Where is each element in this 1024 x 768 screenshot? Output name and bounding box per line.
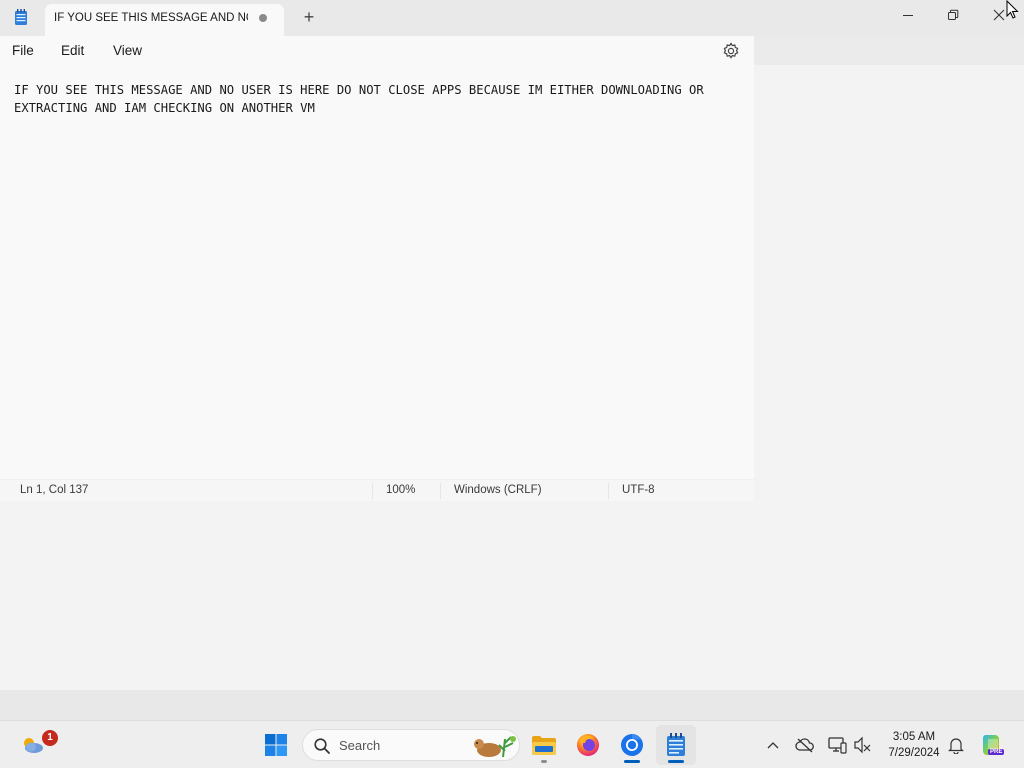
- text-editor[interactable]: IF YOU SEE THIS MESSAGE AND NO USER IS H…: [0, 66, 754, 479]
- running-indicator: [541, 760, 547, 763]
- zoom-level: 100%: [386, 484, 416, 496]
- notifications-button[interactable]: [946, 735, 966, 755]
- chrome-icon: [621, 734, 643, 756]
- widgets-button[interactable]: 1: [13, 725, 58, 765]
- start-button[interactable]: [256, 725, 296, 765]
- notification-badge: 1: [42, 730, 58, 746]
- volume-tray[interactable]: [852, 735, 872, 755]
- folder-icon: [532, 736, 556, 755]
- cursor-position: Ln 1, Col 137: [20, 484, 89, 496]
- status-divider: [372, 483, 373, 499]
- menu-bar: File Edit View: [0, 36, 754, 66]
- tab-title: IF YOU SEE THIS MESSAGE AND NO USER IS H…: [54, 12, 248, 24]
- search-highlight-icon: [474, 736, 516, 758]
- editor-content[interactable]: IF YOU SEE THIS MESSAGE AND NO USER IS H…: [14, 81, 750, 117]
- new-tab-button[interactable]: +: [300, 8, 318, 26]
- document-tab[interactable]: IF YOU SEE THIS MESSAGE AND NO USER IS H…: [45, 4, 284, 36]
- volume-muted-icon: [854, 736, 871, 754]
- status-divider: [608, 483, 609, 499]
- network-tray[interactable]: [827, 735, 847, 755]
- unsaved-dot-icon[interactable]: [259, 14, 267, 22]
- search-label: Search: [339, 738, 381, 753]
- menu-view[interactable]: View: [113, 43, 142, 58]
- status-bar: Ln 1, Col 137 100% Windows (CRLF) UTF-8: [0, 479, 754, 501]
- notepad-icon: [667, 733, 685, 756]
- show-hidden-icons-button[interactable]: [763, 735, 783, 755]
- clock-date: 7/29/2024: [888, 747, 940, 759]
- taskbar-clock[interactable]: 3:05 AM 7/29/2024: [874, 729, 954, 761]
- mouse-cursor-icon: [1006, 0, 1019, 19]
- firefox-icon: [577, 734, 599, 756]
- encoding: UTF-8: [622, 484, 655, 496]
- notepad-app-icon: [15, 9, 27, 25]
- minimize-button[interactable]: [885, 0, 931, 30]
- clock-time: 3:05 AM: [892, 731, 936, 743]
- menu-file[interactable]: File: [12, 43, 34, 58]
- taskbar-file-explorer[interactable]: [524, 725, 564, 765]
- desktop-background: [0, 690, 1024, 720]
- network-icon: [828, 737, 847, 754]
- preview-tag: PRE: [988, 749, 1005, 755]
- taskbar-notepad[interactable]: [656, 725, 696, 765]
- restore-icon: [948, 9, 959, 20]
- onedrive-tray[interactable]: [795, 735, 815, 755]
- taskbar-chrome[interactable]: [612, 725, 652, 765]
- status-divider: [440, 483, 441, 499]
- taskbar: 1 Search 3:05 AM 7/29/2024 PRE: [0, 720, 1024, 768]
- chevron-up-icon: [767, 742, 779, 749]
- line-ending: Windows (CRLF): [454, 484, 542, 496]
- title-bar-drag-area: [754, 36, 1024, 65]
- settings-gear-icon[interactable]: [721, 41, 741, 61]
- menu-edit[interactable]: Edit: [61, 43, 84, 58]
- minimize-icon: [903, 15, 913, 16]
- taskbar-firefox[interactable]: [568, 725, 608, 765]
- search-icon: [314, 738, 330, 754]
- running-indicator: [668, 760, 684, 763]
- windows-logo-icon: [265, 734, 287, 756]
- title-bar: IF YOU SEE THIS MESSAGE AND NO USER IS H…: [0, 0, 1024, 36]
- restore-button[interactable]: [930, 0, 976, 30]
- running-indicator: [624, 760, 640, 763]
- close-icon: [993, 9, 1005, 21]
- cloud-offline-icon: [795, 738, 814, 753]
- taskbar-search-box[interactable]: Search: [302, 729, 520, 761]
- bell-icon: [948, 738, 964, 754]
